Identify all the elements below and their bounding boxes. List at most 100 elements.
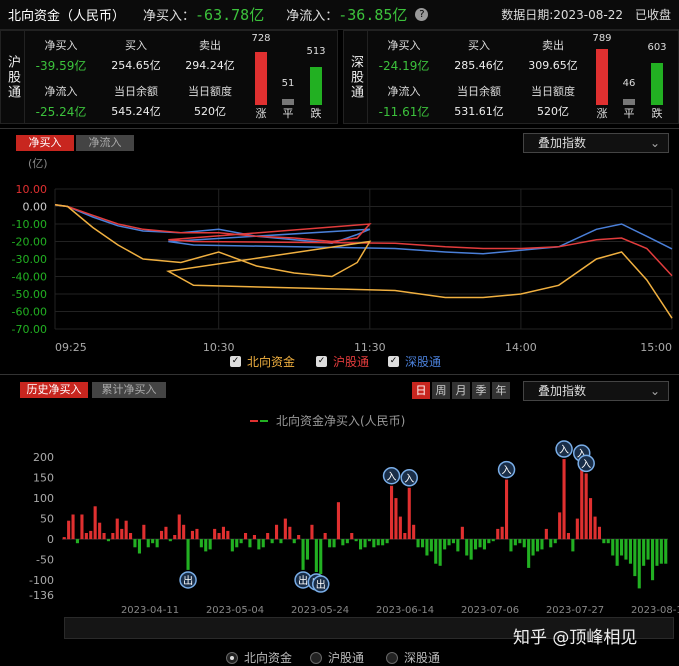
tab-net-inflow[interactable]: 净流入 — [76, 135, 134, 151]
y-tick-label: 100 — [33, 492, 54, 505]
data-bar — [597, 526, 601, 540]
sh-sell: 卖出 294.24亿 — [185, 39, 235, 72]
data-bar — [589, 498, 593, 540]
checkbox-icon: ✓ — [316, 356, 327, 367]
data-bar — [575, 518, 579, 540]
data-bar — [540, 539, 544, 550]
data-bar — [252, 535, 256, 540]
data-bar — [451, 539, 455, 544]
data-bar — [168, 539, 172, 542]
sh-quota: 当日额度 520亿 — [188, 85, 232, 118]
sh-net-inflow: 净流入 -25.24亿 — [35, 85, 87, 119]
data-bar — [98, 522, 102, 540]
data-bar — [354, 539, 358, 542]
data-bar — [164, 526, 168, 540]
data-bar — [385, 539, 389, 544]
data-bar — [376, 539, 380, 546]
y-tick-label: -10.00 — [12, 218, 47, 231]
watermark: 知乎 @顶峰相见 — [513, 628, 638, 648]
sh-net-buy: 净买入 -39.59亿 — [35, 39, 87, 73]
data-bar — [624, 539, 628, 560]
data-date: 数据日期:2023-08-22 — [501, 8, 623, 22]
tf-week[interactable]: 周 — [432, 382, 450, 399]
x-tick-label: 2023-08-16 — [631, 605, 679, 616]
data-bar — [509, 539, 513, 552]
data-bar — [381, 539, 385, 546]
data-bar — [137, 539, 141, 554]
y-tick-label: -100 — [29, 574, 54, 587]
overlay-index-select[interactable]: 叠加指数 ⌄ — [523, 133, 669, 153]
y-tick-label: -70.00 — [12, 323, 47, 336]
legend-sz[interactable]: ✓ 深股通 — [388, 353, 441, 370]
data-bar — [208, 539, 212, 550]
tab-cumulative-net-buy[interactable]: 累计净买入 — [92, 382, 166, 398]
y-axis-unit: (亿) — [28, 157, 48, 170]
sh-panel-label: 沪股通 — [1, 31, 25, 123]
radio-icon — [310, 651, 322, 664]
x-tick-label: 2023-04-11 — [121, 605, 179, 616]
data-bar — [235, 539, 239, 548]
history-overlay-select[interactable]: 叠加指数 ⌄ — [523, 381, 669, 401]
net-inflow-value: -36.85亿 — [338, 6, 408, 24]
net-buy-label: 净买入： — [143, 9, 196, 24]
sz-buy: 买入 285.46亿 — [454, 39, 504, 72]
net-inflow-label: 净流入： — [286, 9, 339, 24]
data-bar — [84, 533, 88, 540]
data-bar — [500, 526, 504, 540]
legend-north[interactable]: ✓ 北向资金 — [230, 353, 295, 370]
radio-sz[interactable]: 深股通 — [386, 649, 440, 666]
data-bar — [288, 526, 292, 540]
sh-breadth-bars: 728 涨 51 平 513 跌 — [249, 31, 337, 123]
radio-sh[interactable]: 沪股通 — [310, 649, 364, 666]
summary-header: 北向资金（人民币） 净买入： -63.78亿 净流入： -36.85亿 ? 数据… — [0, 0, 679, 30]
data-bar — [199, 539, 203, 548]
data-bar — [160, 530, 164, 540]
x-tick-label: 2023-05-24 — [291, 605, 349, 616]
sz-down-label: 跌 — [651, 107, 663, 120]
tf-day[interactable]: 日 — [412, 382, 430, 399]
data-bar — [611, 539, 615, 556]
tf-year[interactable]: 年 — [492, 382, 510, 399]
data-bar — [177, 514, 181, 540]
data-bar — [620, 539, 624, 556]
sh-up-label: 涨 — [255, 107, 267, 120]
data-bar — [297, 535, 301, 540]
data-bar — [305, 539, 309, 560]
x-tick-label: 2023-07-27 — [546, 605, 604, 616]
legend-red-swatch — [250, 419, 258, 422]
y-tick-label: -50 — [36, 554, 54, 567]
data-bar — [142, 524, 146, 540]
data-bar — [469, 539, 473, 560]
sh-balance: 当日余额 545.24亿 — [111, 85, 161, 118]
y-tick-label: -50.00 — [12, 288, 47, 301]
data-bar — [642, 539, 646, 566]
sz-flat-label: 平 — [623, 107, 635, 120]
sh-up-count: 728 — [251, 33, 271, 44]
tf-quarter[interactable]: 季 — [472, 382, 490, 399]
sz-net-inflow: 净流入 -11.61亿 — [378, 85, 430, 119]
data-bar — [637, 539, 641, 589]
radio-north[interactable]: 北向资金 — [226, 649, 292, 666]
sh-up-bar — [255, 52, 267, 105]
data-bar — [651, 539, 655, 581]
tf-month[interactable]: 月 — [452, 382, 470, 399]
checkbox-icon: ✓ — [230, 356, 241, 367]
data-bar — [403, 533, 407, 540]
data-bar — [244, 533, 248, 540]
x-tick-label: 09:25 — [55, 341, 87, 354]
data-bar — [584, 473, 588, 540]
data-bar — [279, 539, 283, 544]
data-bar — [478, 539, 482, 548]
data-bar — [487, 539, 491, 544]
legend-sh[interactable]: ✓ 沪股通 — [316, 353, 369, 370]
data-bar — [213, 528, 217, 540]
tab-history-net-buy[interactable]: 历史净买入 — [20, 382, 88, 398]
data-bar — [217, 533, 221, 540]
sh-connect-panel: 沪股通 净买入 -39.59亿 买入 254.65亿 卖出 294.24亿 净流入 -2… — [0, 30, 338, 124]
tab-net-buy[interactable]: 净买入 — [16, 135, 74, 151]
sh-down-label: 跌 — [310, 107, 322, 120]
data-bar — [186, 539, 190, 570]
data-bar — [359, 539, 363, 550]
help-icon[interactable]: ? — [415, 8, 429, 21]
data-bar — [120, 528, 124, 540]
